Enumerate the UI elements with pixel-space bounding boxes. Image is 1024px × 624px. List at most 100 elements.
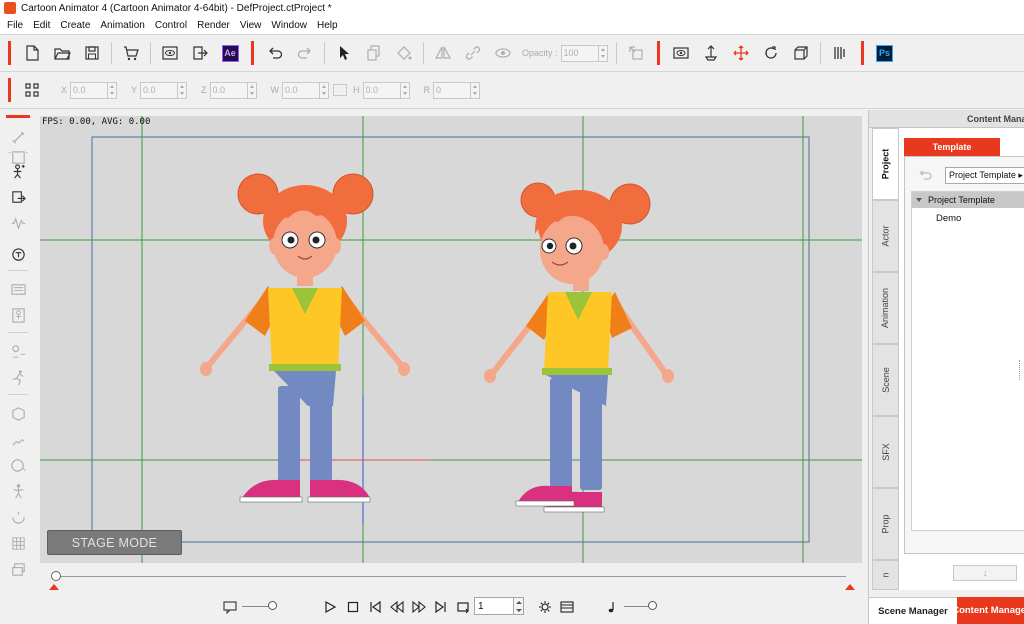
undo-button[interactable] xyxy=(264,42,286,64)
tree-expand-icon[interactable] xyxy=(916,198,922,202)
new-project-button[interactable] xyxy=(21,42,43,64)
face-puppet-button[interactable] xyxy=(9,456,27,474)
w-input[interactable] xyxy=(282,81,321,99)
menu-control[interactable]: Control xyxy=(150,20,192,31)
flip-button[interactable] xyxy=(432,42,454,64)
bone-tool-button[interactable] xyxy=(9,128,27,146)
export-button[interactable] xyxy=(189,42,211,64)
h-spinner-arrows[interactable] xyxy=(400,81,410,99)
stop-button[interactable] xyxy=(345,599,361,615)
back-arrow-icon[interactable] xyxy=(917,169,933,181)
scene-composer-button[interactable] xyxy=(9,188,27,206)
camera-view-button[interactable] xyxy=(670,42,692,64)
range-end-marker[interactable] xyxy=(845,584,855,590)
play-button[interactable] xyxy=(322,599,338,615)
volume-button[interactable] xyxy=(604,599,620,615)
visibility-button[interactable] xyxy=(492,42,514,64)
menu-edit[interactable]: Edit xyxy=(28,20,55,31)
aspect-link-icon[interactable] xyxy=(333,84,348,96)
tab-template[interactable]: Template xyxy=(904,138,1000,156)
photoshop-button[interactable]: Ps xyxy=(874,42,896,64)
attach-button[interactable] xyxy=(625,42,647,64)
save-project-button[interactable] xyxy=(81,42,103,64)
transition-tool-button[interactable] xyxy=(9,508,27,526)
tab-prop[interactable]: Prop xyxy=(872,488,898,560)
menu-create[interactable]: Create xyxy=(55,20,95,31)
move-z-button[interactable] xyxy=(700,42,722,64)
duplicate-button[interactable] xyxy=(363,42,385,64)
stage-viewport[interactable]: FPS: 0.00, AVG: 0.00 STAGE MODE xyxy=(40,116,862,563)
deform-tool-button[interactable] xyxy=(9,404,27,422)
next-frame-button[interactable] xyxy=(411,599,427,615)
w-spinner-arrows[interactable] xyxy=(320,81,330,99)
bucket-button[interactable] xyxy=(393,42,415,64)
r-field[interactable] xyxy=(433,81,481,99)
menu-view[interactable]: View xyxy=(235,20,267,31)
character-composer-button[interactable] xyxy=(9,162,27,180)
mesh-tool-button[interactable] xyxy=(9,534,27,552)
settings-button[interactable] xyxy=(537,599,553,615)
frame-number-input[interactable] xyxy=(474,597,514,615)
open-project-button[interactable] xyxy=(51,42,73,64)
menu-help[interactable]: Help xyxy=(312,20,343,31)
layer-tool-button[interactable] xyxy=(9,560,27,578)
h-input[interactable] xyxy=(362,81,401,99)
timeline-toggle-button[interactable] xyxy=(559,599,575,615)
align-grid-button[interactable] xyxy=(21,79,43,101)
preview-button[interactable] xyxy=(159,42,181,64)
opacity-field[interactable] xyxy=(560,44,608,62)
character-girl-front[interactable] xyxy=(200,173,410,503)
select-tool-button[interactable] xyxy=(333,42,355,64)
tab-sfx[interactable]: SFX xyxy=(872,416,898,488)
tab-animation[interactable]: Animation xyxy=(872,272,898,344)
puppet-tool-button[interactable] xyxy=(9,306,27,324)
frame-number-field[interactable] xyxy=(474,597,524,615)
opacity-input[interactable] xyxy=(560,44,599,62)
opacity-spinner-arrows[interactable] xyxy=(598,44,608,62)
last-frame-button[interactable] xyxy=(433,599,449,615)
link-button[interactable] xyxy=(462,42,484,64)
speed-button[interactable] xyxy=(222,599,238,615)
tab-scene[interactable]: Scene xyxy=(872,344,898,416)
redo-button[interactable] xyxy=(294,42,316,64)
h-field[interactable] xyxy=(362,81,410,99)
y-input[interactable] xyxy=(140,81,179,99)
r-spinner-arrows[interactable] xyxy=(471,81,481,99)
w-field[interactable] xyxy=(282,81,330,99)
text-bubble-button[interactable] xyxy=(9,246,27,264)
volume-slider-handle[interactable] xyxy=(648,601,657,610)
menu-animation[interactable]: Animation xyxy=(95,20,149,31)
keyboard-tool-button[interactable] xyxy=(9,280,27,298)
panel-resize-grip[interactable] xyxy=(1019,360,1021,380)
tab-actor[interactable]: Actor xyxy=(872,200,898,272)
speed-slider-handle[interactable] xyxy=(268,601,277,610)
tab-more[interactable]: n xyxy=(872,560,898,590)
content-manager-tab[interactable]: Content Manager xyxy=(957,597,1024,624)
spring-tool-button[interactable] xyxy=(9,430,27,448)
template-dropdown[interactable]: Project Template ▸ xyxy=(945,167,1024,184)
menu-file[interactable]: File xyxy=(2,20,28,31)
x-field[interactable] xyxy=(70,81,118,99)
scene-manager-tab[interactable]: Scene Manager xyxy=(869,597,957,624)
y-spinner-arrows[interactable] xyxy=(178,81,188,99)
first-frame-button[interactable] xyxy=(367,599,383,615)
z-input[interactable] xyxy=(209,81,248,99)
z-field[interactable] xyxy=(209,81,257,99)
scrubber-track[interactable] xyxy=(56,576,846,577)
r-input[interactable] xyxy=(433,81,472,99)
menu-render[interactable]: Render xyxy=(192,20,235,31)
3d-head-button[interactable] xyxy=(9,342,27,360)
tab-project[interactable]: Project xyxy=(872,128,898,200)
tree-node-project-template[interactable]: Project Template xyxy=(912,192,1024,208)
character-girl-angled[interactable] xyxy=(484,182,674,513)
scale-button[interactable] xyxy=(790,42,812,64)
after-effects-export-button[interactable]: Ae xyxy=(219,42,241,64)
download-button[interactable]: ↓ xyxy=(953,565,1017,581)
previous-frame-button[interactable] xyxy=(389,599,405,615)
menu-window[interactable]: Window xyxy=(266,20,312,31)
frame-spinner-arrows[interactable] xyxy=(514,597,524,615)
z-spinner-arrows[interactable] xyxy=(247,81,257,99)
timeline-scrubber[interactable] xyxy=(40,566,862,592)
motion-pilot-button[interactable] xyxy=(9,368,27,386)
loop-button[interactable] xyxy=(455,599,471,615)
